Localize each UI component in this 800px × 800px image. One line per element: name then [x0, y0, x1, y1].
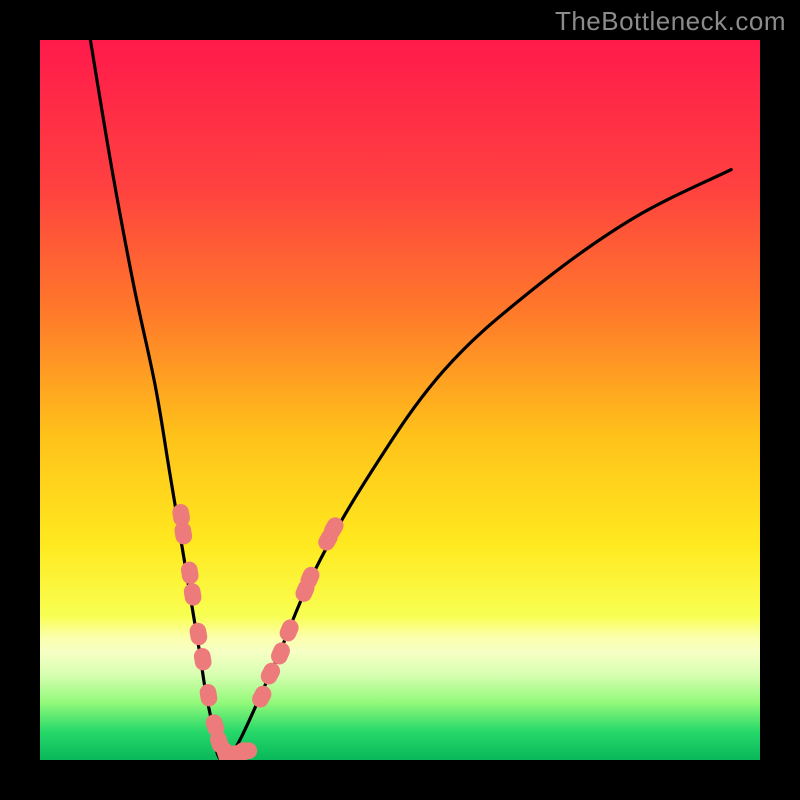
plot-background	[40, 40, 760, 760]
chart-frame: TheBottleneck.com	[0, 0, 800, 800]
bottleneck-chart	[0, 0, 800, 800]
bead	[235, 742, 257, 759]
watermark-text: TheBottleneck.com	[555, 6, 786, 37]
